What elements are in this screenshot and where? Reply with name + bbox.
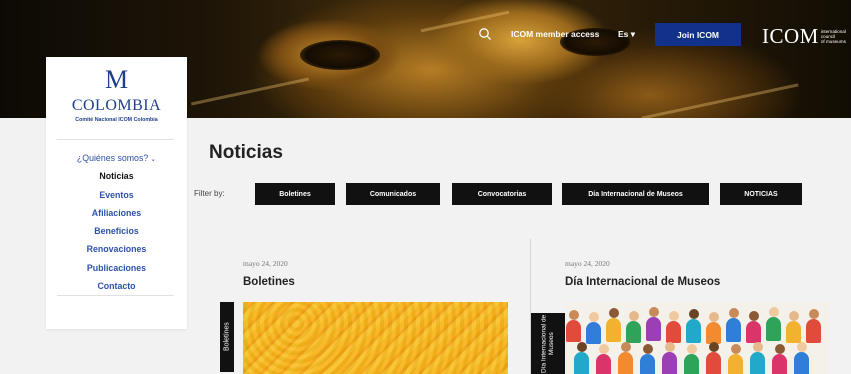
crowd-person — [809, 309, 819, 319]
post-category-label[interactable]: Boletines — [220, 302, 234, 372]
crowd-person — [569, 310, 579, 320]
chevron-down-icon: ⌄ — [150, 156, 157, 163]
join-icom-button[interactable]: Join ICOM — [655, 23, 741, 46]
crowd-person — [621, 342, 631, 352]
crowd-person — [577, 342, 587, 352]
crowd-person — [728, 354, 743, 374]
crowd-person — [772, 354, 787, 374]
crowd-person — [689, 309, 699, 319]
crowd-person — [729, 308, 739, 318]
post-date: mayo 24, 2020 — [565, 259, 610, 268]
icom-logo[interactable]: ICOM international council of museums — [762, 24, 846, 49]
sidebar-item-beneficios[interactable]: Beneficios — [46, 222, 187, 240]
colombia-logo-title[interactable]: COLOMBIA — [46, 97, 187, 115]
crowd-person — [666, 321, 681, 343]
sidebar: M COLOMBIA Comité Nacional ICOM Colombia… — [46, 57, 187, 329]
crowd-person — [709, 342, 719, 352]
post-thumbnail[interactable] — [243, 302, 508, 374]
crowd-person — [618, 352, 633, 374]
crowd-person — [574, 352, 589, 374]
post-thumbnail[interactable] — [565, 302, 829, 374]
filter-noticias-button[interactable]: NOTICIAS — [720, 183, 802, 205]
crowd-person — [797, 342, 807, 352]
crowd-person — [596, 354, 611, 374]
member-access-link[interactable]: ICOM member access — [511, 29, 599, 39]
search-icon[interactable] — [478, 27, 492, 41]
page-title: Noticias — [209, 142, 283, 163]
crowd-person — [665, 342, 675, 352]
crowd-person — [709, 312, 719, 322]
sidebar-item-eventos[interactable]: Eventos — [46, 186, 187, 204]
sidebar-item-publicaciones[interactable]: Publicaciones — [46, 259, 187, 277]
post-category-label[interactable]: Día Internacional de Museos — [531, 313, 565, 374]
post-title[interactable]: Día Internacional de Museos — [565, 276, 720, 288]
crowd-person — [643, 344, 653, 354]
crowd-person — [589, 312, 599, 322]
crowd-person — [684, 354, 699, 374]
post-date: mayo 24, 2020 — [243, 259, 288, 268]
sidebar-divider — [57, 295, 174, 296]
sidebar-item-noticias[interactable]: Noticias — [46, 167, 187, 185]
crowd-person — [640, 354, 655, 374]
crowd-person — [669, 311, 679, 321]
hero-highlight — [190, 77, 310, 106]
sidebar-menu: ¿Quiénes somos? ⌄ Noticias Eventos Afilia… — [46, 149, 187, 295]
crowd-person — [706, 352, 721, 374]
sidebar-divider — [57, 139, 174, 140]
filter-label: Filter by: — [194, 189, 225, 198]
crowd-person — [629, 311, 639, 321]
crowd-person — [766, 317, 781, 341]
crowd-person — [566, 320, 581, 342]
post-title[interactable]: Boletines — [243, 276, 295, 288]
crowd-person — [749, 311, 759, 321]
crowd-person — [586, 322, 601, 344]
crowd-person — [599, 344, 609, 354]
crowd-person — [662, 352, 677, 374]
icom-logo-tagline: international council of museums — [821, 29, 846, 44]
icom-logo-text: ICOM — [762, 24, 819, 48]
crowd-person — [789, 311, 799, 321]
icom-tagline-line: of museums — [820, 39, 846, 44]
colombia-logo-subtitle: Comité Nacional ICOM Colombia — [75, 117, 158, 123]
crowd-person — [609, 308, 619, 318]
crowd-person — [806, 319, 821, 343]
hero-mask-eye-left — [300, 40, 380, 70]
filter-convocatorias-button[interactable]: Convocatorias — [452, 183, 552, 205]
crowd-person — [606, 318, 621, 342]
crowd-person — [687, 344, 697, 354]
crowd-person — [731, 344, 741, 354]
crowd-person — [769, 307, 779, 317]
filter-dia-internacional-button[interactable]: Día Internacional de Museos — [562, 183, 709, 205]
sidebar-item-contacto[interactable]: Contacto — [46, 277, 187, 295]
crowd-person — [646, 317, 661, 341]
crowd-person — [626, 321, 641, 343]
crowd-person — [746, 321, 761, 343]
crowd-person — [775, 344, 785, 354]
sidebar-item-label: ¿Quiénes somos? — [76, 153, 149, 163]
crowd-person — [753, 342, 763, 352]
filter-comunicados-button[interactable]: Comunicados — [346, 183, 440, 205]
hero-highlight — [420, 10, 510, 33]
crowd-person — [726, 318, 741, 342]
crowd-person — [649, 307, 659, 317]
crowd-person — [794, 352, 809, 374]
colombia-logo-mark[interactable]: M — [46, 65, 187, 95]
crowd-person — [706, 322, 721, 344]
page: ICOM member access Es ▾ Join ICOM ICOM i… — [0, 0, 851, 374]
sidebar-item-renovaciones[interactable]: Renovaciones — [46, 240, 187, 258]
sidebar-item-afiliaciones[interactable]: Afiliaciones — [46, 204, 187, 222]
crowd-person — [686, 319, 701, 343]
crowd-person — [750, 352, 765, 374]
hero-highlight — [641, 83, 799, 118]
language-selector[interactable]: Es ▾ — [618, 29, 635, 40]
sidebar-item-quienes-somos[interactable]: ¿Quiénes somos? ⌄ — [46, 149, 187, 167]
crowd-person — [786, 321, 801, 343]
filter-boletines-button[interactable]: Boletines — [255, 183, 335, 205]
